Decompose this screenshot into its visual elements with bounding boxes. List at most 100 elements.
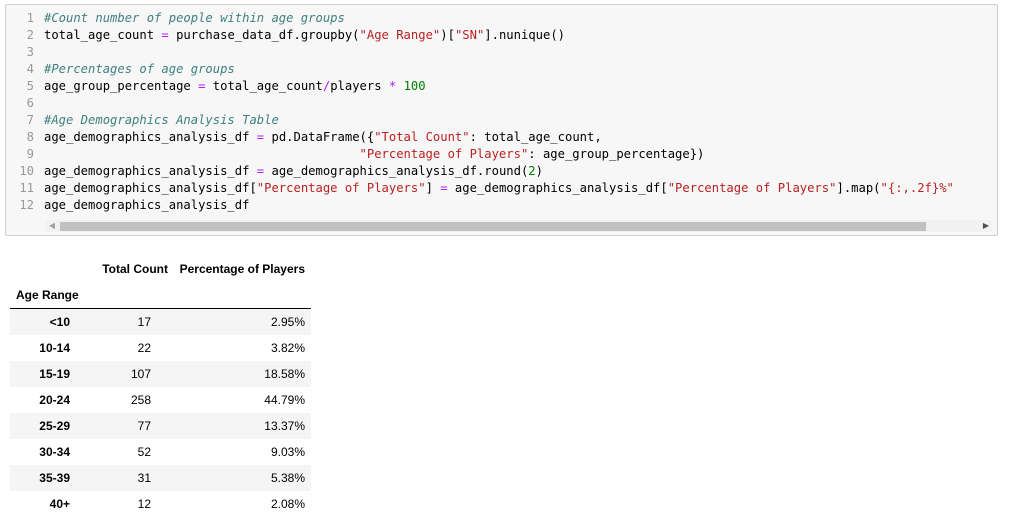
index-name-header: Age Range xyxy=(10,282,90,309)
code-cell[interactable]: 1 #Count number of people within age grou… xyxy=(5,4,998,236)
output-dataframe-table: Total Count Percentage of Players Age Ra… xyxy=(10,256,311,517)
cell-total-count: 31 xyxy=(137,471,151,485)
code-line[interactable]: 5 age_group_percentage = total_age_count/… xyxy=(6,78,954,95)
code-text: age_demographics_analysis_df = pd.DataFr… xyxy=(44,129,602,146)
code-token: )[ xyxy=(440,28,455,42)
cell-percentage: 2.08% xyxy=(270,497,305,511)
code-line[interactable]: 11 age_demographics_analysis_df["Percenta… xyxy=(6,180,954,197)
row-index-label: 40+ xyxy=(49,497,70,511)
code-line[interactable]: 2 total_age_count = purchase_data_df.grou… xyxy=(6,27,954,44)
cell-total-count: 77 xyxy=(137,419,151,433)
column-header-total-count: Total Count xyxy=(102,262,168,276)
table-row: 40+ 12 2.08% xyxy=(10,491,311,517)
code-token: purchase_data_df.groupby( xyxy=(168,28,360,42)
index-name-row: Age Range xyxy=(10,282,311,309)
row-index-label: 35-39 xyxy=(39,471,70,485)
code-text: age_demographics_analysis_df["Percentage… xyxy=(44,180,954,197)
code-token: age_demographics_analysis_df xyxy=(44,130,257,144)
code-line[interactable]: 9 "Percentage of Players": age_group_per… xyxy=(6,146,954,163)
code-token: ) xyxy=(535,164,543,178)
cell-total-count: 107 xyxy=(130,367,151,381)
code-token: : age_group_percentage}) xyxy=(528,147,705,161)
code-token: "{:,.2f}%" xyxy=(880,181,954,195)
code-line[interactable]: 4 #Percentages of age groups xyxy=(6,61,954,78)
code-token: "Percentage of Players" xyxy=(256,181,426,195)
line-number: 8 xyxy=(26,130,34,144)
code-token: age_demographics_analysis_df xyxy=(44,164,257,178)
cell-percentage: 2.95% xyxy=(270,315,305,329)
cell-percentage: 44.79% xyxy=(264,393,305,407)
line-number: 11 xyxy=(19,181,34,195)
code-token: ] xyxy=(425,181,441,195)
code-line[interactable]: 3 xyxy=(6,44,954,61)
code-line[interactable]: 10 age_demographics_analysis_df = age_dem… xyxy=(6,163,954,180)
line-number: 6 xyxy=(26,96,34,110)
row-index-label: 20-24 xyxy=(39,393,70,407)
code-token: #Count number of people within age group… xyxy=(44,11,345,25)
code-token: #Age Demographics Analysis Table xyxy=(44,113,279,127)
index-name-spacer xyxy=(90,282,168,309)
column-header-percentage: Percentage of Players xyxy=(179,262,305,276)
code-text: age_group_percentage = total_age_count/p… xyxy=(44,78,426,95)
code-token: age_group_percentage xyxy=(44,79,199,93)
line-number: 1 xyxy=(26,11,34,25)
horizontal-scrollbar[interactable]: ◀ ▶ xyxy=(46,220,992,232)
code-text: "Percentage of Players": age_group_perce… xyxy=(44,146,705,163)
code-token: "Percentage of Players" xyxy=(359,147,529,161)
code-editor[interactable]: 1 #Count number of people within age grou… xyxy=(6,10,954,214)
code-token: age_demographics_analysis_df[ xyxy=(447,181,668,195)
cell-percentage: 5.38% xyxy=(270,471,305,485)
scroll-right-icon[interactable]: ▶ xyxy=(980,220,992,232)
code-text: age_demographics_analysis_df xyxy=(44,197,249,214)
code-token: "SN" xyxy=(454,28,485,42)
row-index-label: 25-29 xyxy=(39,419,70,433)
cell-total-count: 22 xyxy=(137,341,151,355)
row-index-label: 30-34 xyxy=(39,445,70,459)
code-token: = xyxy=(161,28,169,42)
corner-header xyxy=(10,256,90,282)
line-number: 2 xyxy=(26,28,34,42)
line-number: 5 xyxy=(26,79,34,93)
code-line[interactable]: 1 #Count number of people within age grou… xyxy=(6,10,954,27)
code-token: ].map( xyxy=(836,181,881,195)
code-token: 100 xyxy=(403,79,426,93)
code-token: total_age_count xyxy=(44,28,162,42)
code-text: #Percentages of age groups xyxy=(44,61,235,78)
index-name-spacer xyxy=(168,282,311,309)
table-body: <10 17 2.95% 10-14 22 3.82% 15-19 107 18.58% 20-2… xyxy=(10,308,311,518)
code-line[interactable]: 12 age_demographics_analysis_df xyxy=(6,197,954,214)
scroll-left-icon[interactable]: ◀ xyxy=(46,220,58,232)
line-number: 7 xyxy=(26,113,34,127)
code-text: #Count number of people within age group… xyxy=(44,10,345,27)
code-line[interactable]: 6 xyxy=(6,95,954,112)
column-header-row: Total Count Percentage of Players xyxy=(10,256,311,282)
code-token: "Percentage of Players" xyxy=(667,181,837,195)
code-token: total_age_count xyxy=(205,79,323,93)
row-index-label: <10 xyxy=(49,315,70,329)
table-row: 35-39 31 5.38% xyxy=(10,465,311,491)
cell-total-count: 17 xyxy=(137,315,151,329)
line-number: 9 xyxy=(26,147,34,161)
code-line[interactable]: 8 age_demographics_analysis_df = pd.DataF… xyxy=(6,129,954,146)
code-token: "Total Count" xyxy=(374,130,470,144)
code-text: age_demographics_analysis_df = age_demog… xyxy=(44,163,543,180)
code-token: : total_age_count, xyxy=(469,130,602,144)
code-token: #Percentages of age groups xyxy=(44,62,235,76)
code-token: 2 xyxy=(528,164,536,178)
code-token: pd.DataFrame({ xyxy=(264,130,375,144)
row-index-label: 15-19 xyxy=(39,367,70,381)
cell-total-count: 12 xyxy=(137,497,151,511)
scrollbar-thumb[interactable] xyxy=(60,222,926,231)
code-token: age_demographics_analysis_df[ xyxy=(44,181,257,195)
line-number: 10 xyxy=(19,164,34,178)
table-row: <10 17 2.95% xyxy=(10,308,311,335)
code-token: ].nunique() xyxy=(484,28,566,42)
code-line[interactable]: 7 #Age Demographics Analysis Table xyxy=(6,112,954,129)
line-number: 12 xyxy=(19,198,34,212)
cell-total-count: 258 xyxy=(130,393,151,407)
line-number: 4 xyxy=(26,62,34,76)
row-index-label: 10-14 xyxy=(39,341,70,355)
table-row: 20-24 258 44.79% xyxy=(10,387,311,413)
